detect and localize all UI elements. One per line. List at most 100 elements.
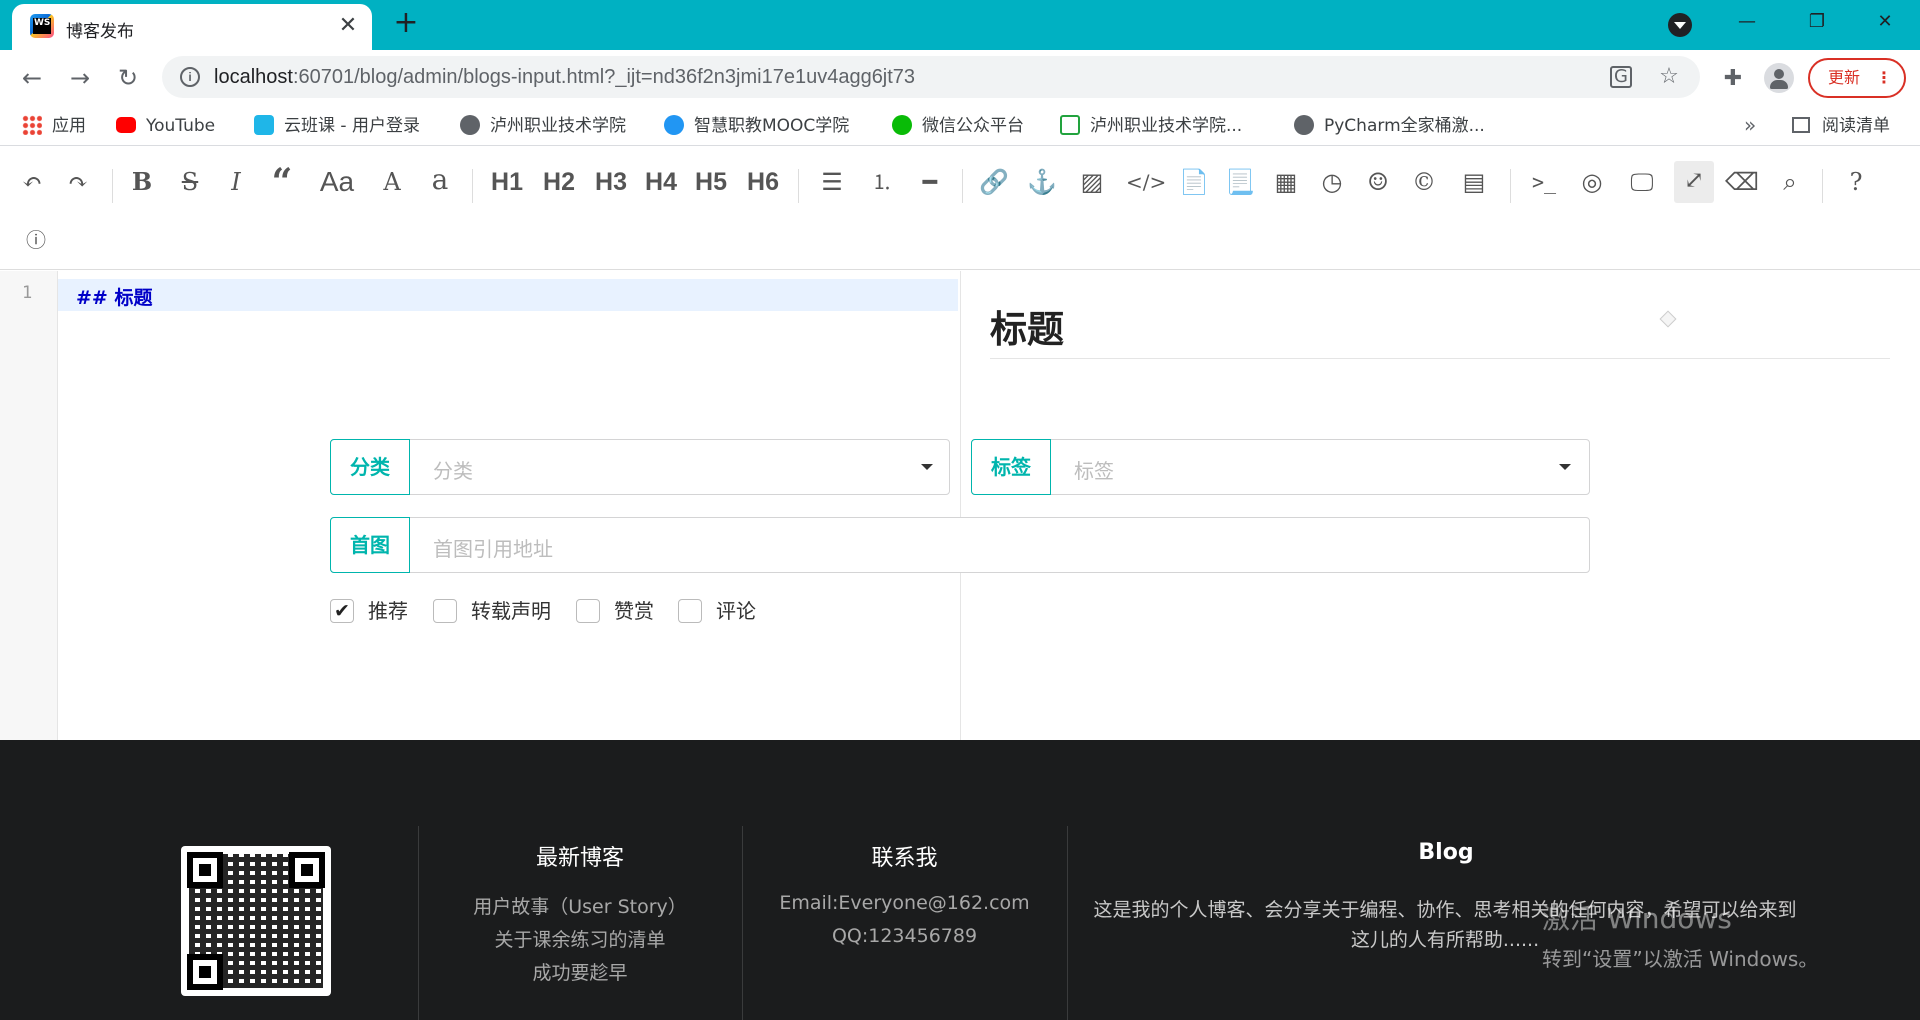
checkbox-icon[interactable] bbox=[678, 599, 702, 623]
ordered-list-icon[interactable]: ⒈ bbox=[864, 163, 900, 201]
redo-icon[interactable]: ↷ bbox=[60, 163, 96, 201]
profile-avatar-icon[interactable] bbox=[1764, 63, 1794, 93]
window-close-icon[interactable]: ✕ bbox=[1850, 0, 1920, 44]
blog-title: Blog bbox=[1418, 840, 1474, 865]
italic-icon[interactable]: I bbox=[218, 163, 254, 201]
h3-button[interactable]: H3 bbox=[588, 163, 634, 201]
contact-title: 联系我 bbox=[871, 846, 938, 871]
code-block-icon[interactable]: 📄 bbox=[1176, 163, 1212, 201]
restore-icon[interactable]: ❐ bbox=[1782, 0, 1852, 44]
apps-grid-icon bbox=[22, 115, 42, 135]
clear-eraser-icon[interactable]: ⌫ bbox=[1722, 163, 1762, 201]
horizontal-rule-icon[interactable]: ━ bbox=[912, 163, 948, 201]
anchor-icon[interactable]: ⚓ bbox=[1024, 163, 1060, 201]
markdown-source-line[interactable]: ## 标题 bbox=[76, 283, 152, 310]
help-question-icon[interactable]: ? bbox=[1838, 163, 1874, 201]
checkbox-checked-icon[interactable] bbox=[330, 597, 354, 625]
checkbox-label: 推荐 bbox=[368, 599, 408, 623]
toolbar-divider bbox=[472, 169, 473, 203]
tag-dropdown[interactable]: 标签 标签 bbox=[971, 439, 1590, 495]
heading-anchor-icon[interactable] bbox=[1659, 310, 1677, 328]
tab-search-icon[interactable] bbox=[1668, 13, 1692, 37]
minimize-icon[interactable]: — bbox=[1712, 0, 1782, 44]
extensions-puzzle-icon[interactable]: ✚ bbox=[1718, 64, 1748, 94]
latest-blog-link[interactable]: 用户故事（User Story） bbox=[418, 892, 742, 919]
youtube-icon bbox=[116, 117, 136, 133]
bookmark-star-icon[interactable]: ☆ bbox=[1656, 64, 1682, 90]
toolbar-divider bbox=[798, 169, 799, 203]
checkbox-icon[interactable] bbox=[433, 599, 457, 623]
table-icon[interactable]: ▦ bbox=[1268, 163, 1304, 201]
lowercase-icon[interactable]: a bbox=[422, 161, 458, 199]
latest-blog-link[interactable]: 关于课余练习的清单 bbox=[418, 925, 742, 952]
strikethrough-icon[interactable]: S bbox=[172, 163, 208, 201]
qr-finder-pattern bbox=[187, 954, 223, 990]
toolbar-divider bbox=[1822, 169, 1823, 203]
pagebreak-newspaper-icon[interactable]: ▤ bbox=[1456, 163, 1492, 201]
ucwords-icon[interactable]: A bbox=[374, 163, 410, 201]
activate-windows-hint: 转到“设置”以激活 Windows。 bbox=[1542, 947, 1819, 971]
undo-icon[interactable]: ↶ bbox=[14, 163, 50, 201]
inline-code-icon[interactable]: </> bbox=[1126, 163, 1166, 201]
bookmark-mooc[interactable]: 智慧职教MOOC学院 bbox=[664, 114, 849, 138]
bookmark-yunbanke[interactable]: 云班课 - 用户登录 bbox=[254, 114, 420, 138]
bookmark-label: YouTube bbox=[146, 116, 216, 136]
url-text[interactable]: localhost:60701/blog/admin/blogs-input.h… bbox=[214, 66, 915, 89]
watch-eye-slash-icon[interactable]: ◎ bbox=[1574, 163, 1610, 201]
checkbox-comments[interactable]: 评论 bbox=[678, 597, 756, 625]
h4-button[interactable]: H4 bbox=[638, 163, 684, 201]
bookmark-wechat[interactable]: 微信公众平台 bbox=[892, 114, 1024, 138]
blockquote-icon[interactable]: “ bbox=[264, 163, 300, 201]
translate-icon[interactable]: G bbox=[1610, 66, 1632, 88]
image-icon[interactable]: ▨ bbox=[1074, 163, 1110, 201]
active-tab[interactable]: WS 博客发布 ✕ bbox=[12, 4, 372, 50]
reading-list-button[interactable]: 阅读清单 bbox=[1792, 114, 1890, 138]
update-button[interactable]: 更新 ⋮ bbox=[1808, 58, 1906, 98]
info-about-icon[interactable]: ⓘ bbox=[18, 221, 54, 259]
bookmark-lzy-2[interactable]: 泸州职业技术学院... bbox=[1060, 114, 1242, 138]
unordered-list-icon[interactable]: ☰ bbox=[814, 163, 850, 201]
uppercase-icon[interactable]: Aa bbox=[312, 163, 362, 201]
html-entities-copyright-icon[interactable]: © bbox=[1406, 163, 1442, 201]
checkbox-appreciation[interactable]: 赞赏 bbox=[576, 597, 654, 625]
link-icon[interactable]: 🔗 bbox=[976, 163, 1012, 201]
url-path: :60701/blog/admin/blogs-input.html?_ijt=… bbox=[292, 66, 916, 88]
goto-line-terminal-icon[interactable]: >_ bbox=[1526, 163, 1562, 201]
site-info-icon[interactable]: i bbox=[180, 67, 200, 87]
back-arrow-icon[interactable]: ← bbox=[14, 60, 50, 96]
h5-button[interactable]: H5 bbox=[688, 163, 734, 201]
preview-desktop-icon[interactable]: 🖵 bbox=[1624, 163, 1660, 201]
pane-divider bbox=[960, 271, 961, 740]
category-dropdown[interactable]: 分类 分类 bbox=[330, 439, 950, 495]
checkbox-reprint-statement[interactable]: 转载声明 bbox=[433, 597, 551, 625]
bookmark-label: 智慧职教MOOC学院 bbox=[694, 116, 850, 136]
address-bar[interactable]: i localhost:60701/blog/admin/blogs-input… bbox=[162, 56, 1700, 98]
tab-close-icon[interactable]: ✕ bbox=[334, 12, 362, 40]
preformatted-text-icon[interactable]: 📃 bbox=[1222, 163, 1258, 201]
h1-button[interactable]: H1 bbox=[484, 163, 530, 201]
cover-image-input[interactable]: 首图引用地址 bbox=[433, 533, 553, 562]
h6-button[interactable]: H6 bbox=[740, 163, 786, 201]
fullscreen-expand-icon[interactable]: ⤢ bbox=[1674, 161, 1714, 203]
checkbox-recommend[interactable]: 推荐 bbox=[330, 597, 408, 625]
bookmark-label: 泸州职业技术学院 bbox=[490, 116, 626, 136]
bold-icon[interactable]: B bbox=[124, 163, 160, 201]
bookmark-youtube[interactable]: YouTube bbox=[116, 114, 215, 138]
cover-image-field[interactable]: 首图 首图引用地址 bbox=[330, 517, 1590, 573]
checkbox-icon[interactable] bbox=[576, 599, 600, 623]
line-gutter: 1 bbox=[0, 271, 58, 740]
url-host: localhost bbox=[214, 66, 293, 88]
forward-arrow-icon[interactable]: → bbox=[62, 60, 98, 96]
bookmarks-overflow-icon[interactable]: » bbox=[1744, 113, 1756, 137]
mooc-icon bbox=[664, 115, 684, 135]
bookmark-pycharm[interactable]: PyCharm全家桶激... bbox=[1294, 114, 1485, 138]
bookmark-apps[interactable]: 应用 bbox=[22, 114, 86, 138]
emoji-smile-icon[interactable]: ☺ bbox=[1360, 163, 1396, 201]
reload-icon[interactable]: ↻ bbox=[110, 60, 146, 96]
latest-blog-link[interactable]: 成功要趁早 bbox=[418, 958, 742, 985]
h2-button[interactable]: H2 bbox=[536, 163, 582, 201]
search-icon[interactable]: ⌕ bbox=[1772, 163, 1808, 201]
datetime-clock-icon[interactable]: ◷ bbox=[1314, 163, 1350, 201]
bookmark-lzy-1[interactable]: 泸州职业技术学院 bbox=[460, 114, 626, 138]
new-tab-button[interactable]: + bbox=[390, 8, 422, 40]
